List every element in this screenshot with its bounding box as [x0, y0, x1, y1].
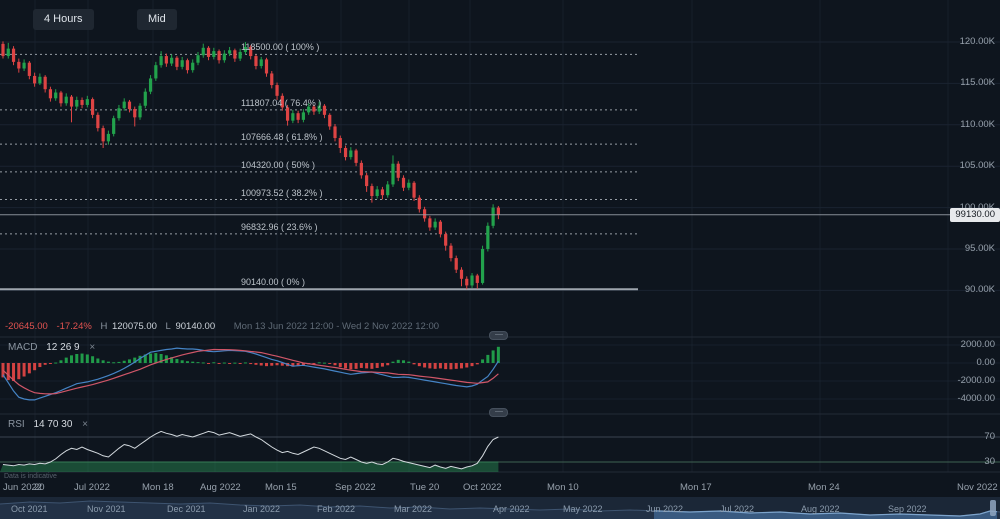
chart-app: 4 Hours Mid -20645.00 -17.24% H 120075.0…: [0, 0, 1000, 519]
navigator-month-label: Sep 2022: [888, 504, 927, 514]
price-axis-label: 90.00K: [940, 284, 995, 295]
fib-level-label: 96832.96 ( 23.6% ): [241, 222, 318, 232]
time-axis-label: Oct 2022: [463, 482, 502, 493]
rsi-name: RSI: [8, 419, 25, 430]
price-axis-label: 115.00K: [940, 77, 995, 88]
change-value: -20645.00: [5, 321, 48, 332]
time-axis-label: 20: [34, 482, 45, 493]
timeframe-button[interactable]: 4 Hours: [33, 9, 94, 30]
navigator-month-label: Jul 2022: [720, 504, 754, 514]
fib-level-label: 118500.00 ( 100% ): [241, 42, 319, 52]
mid-price-button[interactable]: Mid: [137, 9, 177, 30]
navigator-month-label: Aug 2022: [801, 504, 840, 514]
symbol-legend: -20645.00 -17.24% H 120075.00 L 90140.00…: [5, 321, 445, 332]
price-axis-label: 95.00K: [940, 243, 995, 254]
fibonacci-layer: [0, 54, 638, 289]
navigator-month-label: Oct 2021: [11, 504, 48, 514]
navigator-month-label: Jan 2022: [243, 504, 280, 514]
navigator-right-handle[interactable]: [990, 500, 996, 516]
time-axis-label: Mon 18: [142, 482, 174, 493]
fib-level-label: 107666.48 ( 61.8% ): [241, 132, 323, 142]
macd-pane-legend: MACD 12 26 9 ×: [8, 342, 95, 353]
time-axis-label: Mon 10: [547, 482, 579, 493]
navigator-month-label: May 2022: [563, 504, 603, 514]
macd-axis-label: 2000.00: [940, 339, 995, 350]
macd-close-icon[interactable]: ×: [89, 342, 95, 353]
macd-axis-label: -4000.00: [940, 393, 995, 404]
time-axis-label: Jul 2022: [74, 482, 110, 493]
low-value: 90140.00: [175, 321, 215, 332]
price-axis-label: 120.00K: [940, 36, 995, 47]
time-axis-label: Mon 15: [265, 482, 297, 493]
navigator-month-label: Jun 2022: [646, 504, 683, 514]
grid-layer: [0, 0, 1000, 472]
fib-level-label: 111807.04 ( 76.4% ): [241, 98, 321, 108]
macd-name: MACD: [8, 342, 37, 353]
fib-level-label: 90140.00 ( 0% ): [241, 277, 305, 287]
chart-canvas: [0, 0, 1000, 519]
navigator-month-label: Apr 2022: [493, 504, 530, 514]
navigator-month-label: Feb 2022: [317, 504, 355, 514]
macd-params: 12 26 9: [46, 342, 79, 353]
high-label: H: [100, 321, 107, 332]
date-range: Mon 13 Jun 2022 12:00 - Wed 2 Nov 2022 1…: [234, 321, 439, 332]
navigator-month-label: Dec 2021: [167, 504, 206, 514]
last-price-tag: 99130.00: [950, 208, 1000, 222]
price-axis-label: 110.00K: [940, 119, 995, 130]
navigator-month-label: Mar 2022: [394, 504, 432, 514]
time-axis-label: Sep 2022: [335, 482, 376, 493]
time-axis-label: Aug 2022: [200, 482, 241, 493]
fib-level-label: 104320.00 ( 50% ): [241, 160, 315, 170]
time-axis-label: Mon 17: [680, 482, 712, 493]
pane-resize-handle-macd[interactable]: [489, 331, 508, 340]
rsi-axis-label: 70: [940, 431, 995, 442]
time-axis-label: Tue 20: [410, 482, 439, 493]
rsi-pane-legend: RSI 14 70 30 ×: [8, 419, 88, 430]
time-axis-label: Nov 2022: [957, 482, 998, 493]
data-indicative-note: Data is indicative: [4, 473, 57, 480]
macd-layer: [2, 347, 500, 400]
rsi-close-icon[interactable]: ×: [82, 419, 88, 430]
low-label: L: [166, 321, 171, 332]
high-value: 120075.00: [112, 321, 157, 332]
price-axis-label: 105.00K: [940, 160, 995, 171]
macd-axis-label: 0.00: [940, 357, 995, 368]
macd-axis-label: -2000.00: [940, 375, 995, 386]
rsi-axis-label: 30: [940, 456, 995, 467]
pane-resize-handle-rsi[interactable]: [489, 408, 508, 417]
rsi-params: 14 70 30: [33, 419, 72, 430]
fib-level-label: 100973.52 ( 38.2% ): [241, 188, 323, 198]
change-percent: -17.24%: [56, 321, 91, 332]
time-axis-label: Mon 24: [808, 482, 840, 493]
navigator-month-label: Nov 2021: [87, 504, 126, 514]
